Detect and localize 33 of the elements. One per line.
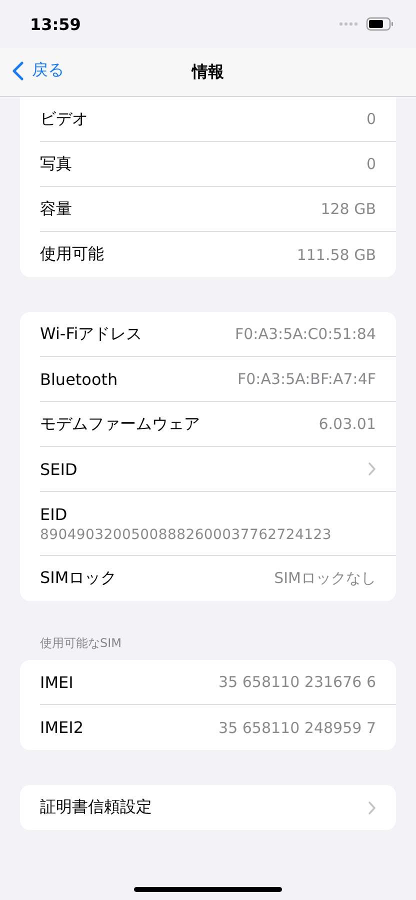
settings-row[interactable]: 証明書信頼設定 — [40, 785, 396, 830]
row-label: 容量 — [40, 198, 72, 220]
row-label: ビデオ — [40, 108, 88, 130]
row-label: EID — [40, 504, 68, 524]
row-label: IMEI2 — [40, 718, 84, 737]
row-label: モデムファームウェア — [40, 414, 200, 434]
signal-icon — [338, 21, 360, 27]
chevron-right-icon — [368, 462, 376, 476]
section-header: 使用可能なSIM — [39, 635, 123, 652]
row-value: SIMロックなし — [274, 569, 376, 588]
row-value: 111.58 GB — [296, 246, 376, 264]
battery-icon — [366, 17, 394, 31]
settings-row[interactable]: SEID — [40, 447, 396, 492]
row-value: 128 GB — [320, 200, 376, 218]
row-label: 写真 — [40, 154, 72, 174]
row-label: SIMロック — [40, 568, 117, 589]
back-button[interactable]: 戻る — [12, 60, 64, 81]
chevron-right-icon — [368, 800, 376, 814]
row-value: 35 658110 231676 6 — [218, 673, 376, 691]
row-label: Wi-Fiアドレス — [40, 324, 142, 344]
row-value: 6.03.01 — [318, 415, 376, 433]
row-value: F0:A3:5A:BF:A7:4F — [237, 370, 376, 388]
row-label: 使用可能 — [40, 244, 104, 265]
row-label: IMEI — [40, 672, 74, 692]
row-value: 0 — [366, 110, 376, 128]
chevron-left-icon — [12, 60, 24, 80]
status-time: 13:59 — [30, 14, 81, 34]
row-value: 89049032005008882600037762724123 — [40, 526, 332, 542]
page-title: 情報 — [192, 62, 224, 82]
row-label: Bluetooth — [40, 370, 118, 388]
row-value: 35 658110 248959 7 — [218, 718, 376, 736]
row-value: 0 — [366, 155, 376, 173]
row-value: F0:A3:5A:C0:51:84 — [235, 325, 376, 343]
